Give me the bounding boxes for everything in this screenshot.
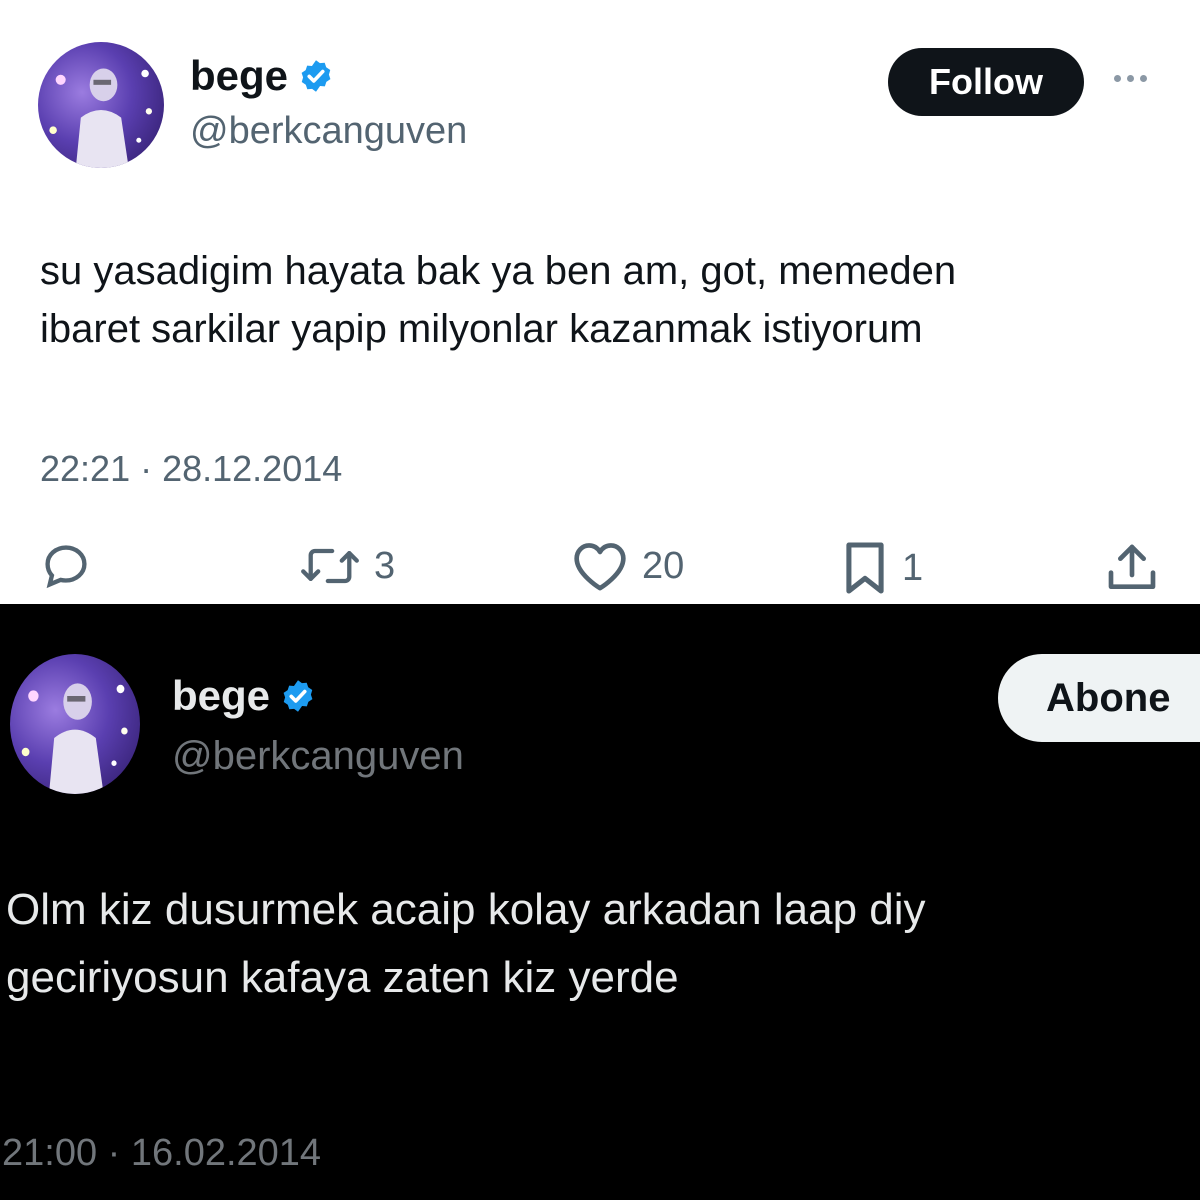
more-options-icon[interactable]	[1114, 68, 1160, 88]
author-handle[interactable]: @berkcanguven	[172, 734, 464, 779]
avatar[interactable]	[38, 42, 164, 168]
bookmark-count: 1	[902, 546, 924, 589]
tweet-text-line: Olm kiz dusurmek acaip kolay arkadan laa…	[6, 885, 926, 934]
tweet-card-light: bege @berkcanguven Follow su yasadigim h…	[0, 0, 1200, 606]
avatar-photo	[21, 683, 128, 794]
retweet-button[interactable]: 3	[300, 540, 395, 592]
author-name[interactable]: bege	[172, 672, 316, 720]
heart-icon	[574, 543, 626, 591]
retweet-icon	[301, 548, 359, 584]
tweet-text: Olm kiz dusurmek acaip kolay arkadan laa…	[6, 876, 1200, 1012]
bookmark-icon	[846, 542, 884, 594]
retweet-count: 3	[374, 544, 396, 587]
avatar-photo	[49, 68, 153, 168]
author-name[interactable]: bege	[190, 52, 334, 100]
author-name-text[interactable]: bege	[190, 52, 288, 100]
bookmark-button[interactable]: 1	[842, 540, 923, 596]
share-icon	[1108, 544, 1156, 589]
tweet-text-line: su yasadigim hayata bak ya ben am, got, …	[40, 249, 957, 293]
like-button[interactable]: 20	[572, 540, 684, 592]
tweet-text-line: geciriyosun kafaya zaten kiz yerde	[6, 953, 679, 1002]
verified-badge-icon	[283, 680, 313, 712]
like-count: 20	[642, 544, 685, 587]
reply-icon	[45, 545, 87, 589]
tweet-text: su yasadigim hayata bak ya ben am, got, …	[40, 242, 1170, 358]
follow-button[interactable]: Follow	[888, 48, 1084, 116]
author-name-text[interactable]: bege	[172, 672, 270, 720]
tweet-card-dark: bege @berkcanguven Abone Olm kiz dusurme…	[0, 606, 1200, 1200]
reply-button[interactable]	[40, 540, 106, 592]
verified-badge-icon	[301, 60, 331, 92]
tweet-text-line: ibaret sarkilar yapip milyonlar kazanmak…	[40, 307, 923, 351]
share-button[interactable]	[1104, 540, 1160, 596]
author-handle[interactable]: @berkcanguven	[190, 110, 467, 153]
follow-button[interactable]: Abone	[998, 654, 1200, 742]
avatar[interactable]	[10, 654, 140, 794]
tweet-timestamp[interactable]: 21:00 · 16.02.2014	[2, 1132, 321, 1175]
tweet-timestamp[interactable]: 22:21 · 28.12.2014	[40, 448, 342, 490]
